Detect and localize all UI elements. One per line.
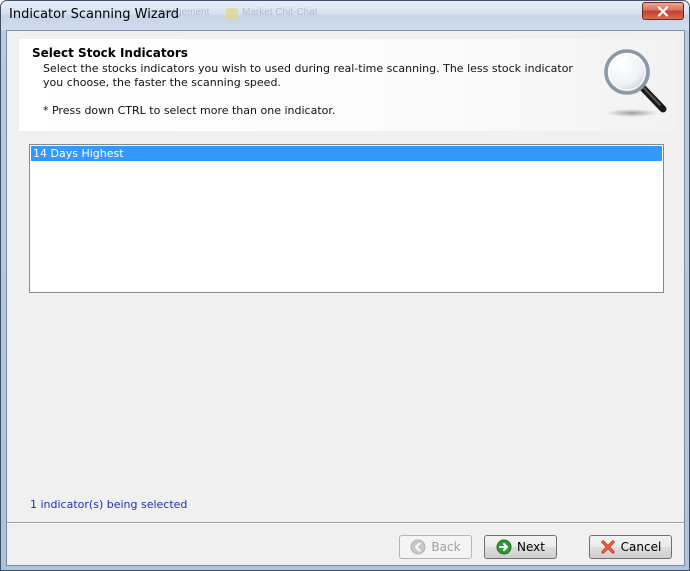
next-arrow-icon [496, 539, 512, 555]
background-tab-label: Market Chit-Chat [242, 7, 318, 18]
window-title: Indicator Scanning Wizard [9, 7, 179, 22]
close-button[interactable] [642, 2, 684, 20]
wizard-window: ...anagement Market Chit-Chat Indicator … [0, 0, 690, 571]
list-item[interactable]: 14 Days Highest [31, 146, 662, 161]
cancel-x-icon [601, 540, 615, 554]
next-button[interactable]: Next [484, 535, 557, 559]
close-icon [657, 5, 669, 17]
wizard-header: Select Stock Indicators Select the stock… [19, 39, 677, 131]
cancel-button[interactable]: Cancel [589, 535, 672, 559]
background-tab-icon [226, 8, 238, 20]
wizard-body: Select Stock Indicators Select the stock… [6, 30, 685, 566]
back-arrow-icon [410, 539, 426, 555]
next-button-label: Next [517, 540, 545, 554]
page-description: Select the stocks indicators you wish to… [43, 62, 573, 89]
cancel-button-label: Cancel [620, 540, 662, 554]
ctrl-hint: * Press down CTRL to select more than on… [43, 104, 336, 117]
back-button[interactable]: Back [399, 535, 472, 559]
page-title: Select Stock Indicators [32, 46, 188, 60]
back-button-label: Back [431, 540, 461, 554]
magnifier-icon [604, 49, 667, 117]
title-bar[interactable]: ...anagement Market Chit-Chat Indicator … [1, 1, 689, 30]
indicator-listbox[interactable]: 14 Days Highest [29, 144, 664, 293]
selection-status: 1 indicator(s) being selected [30, 498, 188, 511]
footer-divider [7, 522, 684, 524]
